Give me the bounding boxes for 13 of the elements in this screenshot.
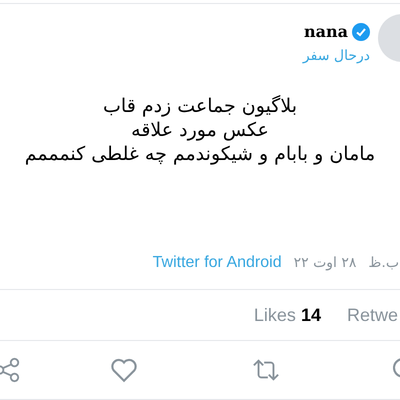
stat-text[interactable]: Likes 14 xyxy=(254,302,321,328)
tweet-time: ب.ظ xyxy=(368,254,399,272)
author-status: درحال سفر xyxy=(302,47,370,66)
share-icon[interactable] xyxy=(0,357,22,383)
author-name: nana xyxy=(304,21,348,43)
stat-text[interactable]: Retwe xyxy=(346,302,398,328)
heart-icon[interactable] xyxy=(110,357,138,383)
tweet-date: ۲۸ اوت ۲۲ xyxy=(294,254,356,272)
source-link[interactable]: Twitter for Android xyxy=(152,251,282,275)
tweet-text-line: بلاگیون جماعت زدم قاب xyxy=(103,94,297,118)
retweet-icon[interactable] xyxy=(252,357,280,383)
tweet-text-line: مامان و بابام و شیکوندمم چه غلطی کنمممم xyxy=(24,142,376,166)
tweet-text-line: عکس مورد علاقه xyxy=(131,118,269,142)
